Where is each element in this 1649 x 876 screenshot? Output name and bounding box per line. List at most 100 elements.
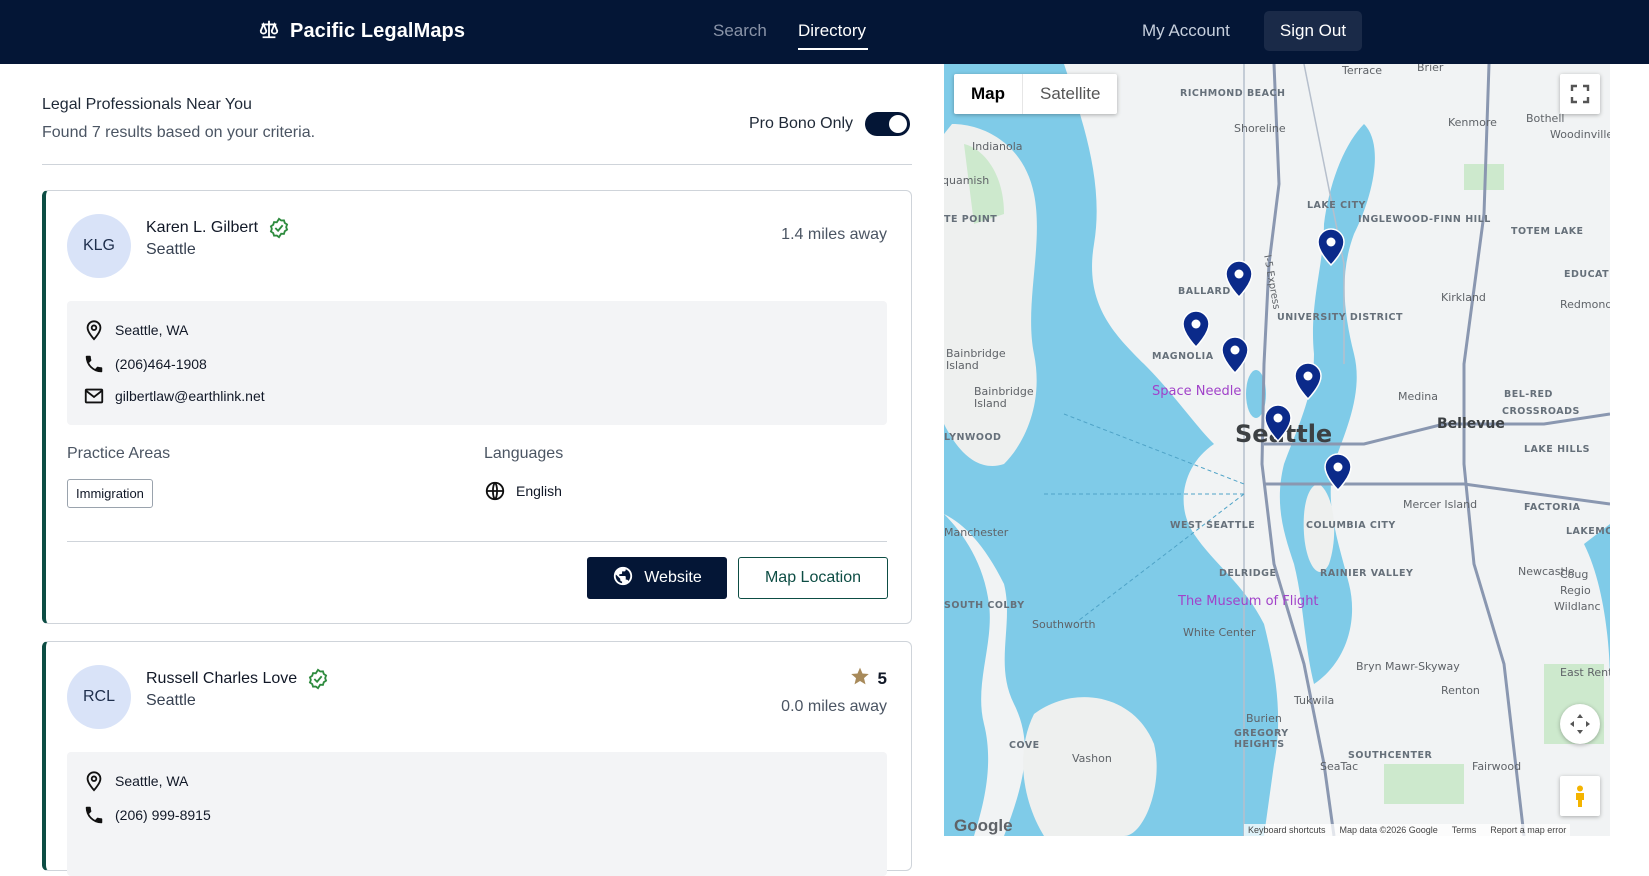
verified-badge-icon xyxy=(307,668,329,690)
pegman-icon xyxy=(1576,785,1584,807)
museum-of-flight-poi[interactable]: The Museum of Flight xyxy=(1178,594,1319,609)
scale-icon xyxy=(258,18,280,45)
camera-control-button[interactable] xyxy=(1560,704,1600,744)
map-label: SeaTac xyxy=(1320,760,1359,773)
map-label: Kirkland xyxy=(1441,291,1486,304)
map-label: Terrace xyxy=(1342,64,1383,77)
map-type-satellite-button[interactable]: Satellite xyxy=(1023,74,1117,114)
terms-link[interactable]: Terms xyxy=(1452,825,1477,835)
map-label: LYNWOOD xyxy=(944,432,1002,443)
lawyer-name: Karen L. Gilbert xyxy=(146,219,259,236)
fullscreen-icon xyxy=(1570,84,1590,104)
map-type-control: Map Satellite xyxy=(954,74,1118,114)
map-label: COLUMBIA CITY xyxy=(1306,520,1396,531)
location-pin-icon xyxy=(83,319,105,341)
map-label: Indianola xyxy=(972,140,1023,153)
map-label: BALLARD xyxy=(1178,286,1231,297)
map-label: East Rento xyxy=(1560,666,1610,679)
map-label: CROSSROADS xyxy=(1502,406,1580,417)
map-label: TE POINT xyxy=(944,214,998,225)
globe-icon xyxy=(484,480,506,502)
map-label: UNIVERSITY DISTRICT xyxy=(1277,312,1403,323)
phone-link[interactable]: (206) 999-8915 xyxy=(115,807,211,823)
address-row: Seattle, WA xyxy=(83,770,188,792)
map-label: Brier xyxy=(1417,64,1444,74)
active-tab-indicator xyxy=(798,48,868,50)
map-label: Fairwood xyxy=(1472,760,1522,773)
map-label: Redmond xyxy=(1560,298,1610,311)
lawyer-city: Seattle xyxy=(146,241,196,258)
map-label: RICHMOND BEACH xyxy=(1180,88,1286,99)
map-attribution: Keyboard shortcuts Map data ©2026 Google… xyxy=(1244,824,1571,836)
map-label: Coug xyxy=(1560,568,1589,581)
map-label: Wildlanc xyxy=(1554,600,1601,613)
map-label: INGLEWOOD-FINN HILL xyxy=(1358,214,1491,225)
map-label: Bellevue xyxy=(1437,416,1505,432)
map-label: White Center xyxy=(1183,626,1256,639)
map-location-button[interactable]: Map Location xyxy=(738,557,888,599)
map-label: GREGORY HEIGHTS xyxy=(1234,728,1289,750)
phone-row: (206)464-1908 xyxy=(83,353,207,375)
map-label: Mercer Island xyxy=(1403,498,1478,511)
contact-box: Seattle, WA (206)464-1908 gilbertlaw@ear… xyxy=(67,301,887,425)
map-panel[interactable]: RICHMOND BEACH Terrace Brier Kenmore Bot… xyxy=(944,64,1610,836)
distance-label: 0.0 miles away xyxy=(781,698,887,715)
phone-icon xyxy=(83,804,105,826)
map-label: SOUTH COLBY xyxy=(944,600,1025,611)
map-label: Kenmore xyxy=(1448,116,1497,129)
keyboard-shortcuts-link[interactable]: Keyboard shortcuts xyxy=(1248,825,1326,835)
address-text: Seattle, WA xyxy=(115,773,189,789)
practice-areas-label: Practice Areas xyxy=(67,445,171,462)
space-needle-poi[interactable]: Space Needle xyxy=(1152,384,1241,399)
map-label: DELRIDGE xyxy=(1219,568,1277,579)
map-label: COVE xyxy=(1009,740,1040,751)
map-label: LAKE CITY xyxy=(1307,200,1366,211)
move-arrows-icon xyxy=(1570,714,1590,734)
address-row: Seattle, WA xyxy=(83,319,188,341)
map-label: Southworth xyxy=(1032,618,1096,631)
sign-out-button[interactable]: Sign Out xyxy=(1264,11,1362,51)
globe-icon xyxy=(612,565,634,592)
location-pin-icon xyxy=(83,770,105,792)
contact-box: Seattle, WA (206) 999-8915 xyxy=(67,752,887,876)
email-link[interactable]: gilbertlaw@earthlink.net xyxy=(115,388,265,404)
website-button-label: Website xyxy=(644,569,702,586)
card-divider xyxy=(67,541,887,542)
map-label: Tukwila xyxy=(1294,694,1335,707)
nav-search-link[interactable]: Search xyxy=(713,21,767,41)
map-label: Burien xyxy=(1246,712,1282,725)
pro-bono-toggle[interactable] xyxy=(865,112,911,136)
email-row: gilbertlaw@earthlink.net xyxy=(83,385,265,407)
attorney-map-marker[interactable] xyxy=(1294,362,1322,400)
attorney-map-marker[interactable] xyxy=(1221,336,1249,374)
distance-label: 1.4 miles away xyxy=(781,226,887,243)
map-data-text: Map data ©2026 Google xyxy=(1339,825,1438,835)
language-item: English xyxy=(484,480,562,502)
map-label: LAKE HILLS xyxy=(1524,444,1590,455)
practice-area-tag: Immigration xyxy=(67,479,153,508)
map-label: quamish xyxy=(944,174,990,187)
pro-bono-filter: Pro Bono Only xyxy=(749,112,911,136)
map-type-map-button[interactable]: Map xyxy=(954,74,1023,114)
website-button[interactable]: Website xyxy=(587,557,727,599)
attorney-map-marker[interactable] xyxy=(1225,260,1253,298)
map-label: Medina xyxy=(1398,390,1439,403)
report-error-link[interactable]: Report a map error xyxy=(1490,825,1566,835)
attorney-map-marker[interactable] xyxy=(1182,310,1210,348)
map-label: BEL-RED xyxy=(1504,389,1553,400)
brand[interactable]: Pacific LegalMaps xyxy=(258,18,465,45)
attorney-map-marker[interactable] xyxy=(1324,453,1352,491)
pro-bono-label: Pro Bono Only xyxy=(749,115,854,132)
attorney-map-marker[interactable] xyxy=(1317,228,1345,266)
nav-my-account-link[interactable]: My Account xyxy=(1142,21,1230,41)
brand-name: Pacific LegalMaps xyxy=(290,20,466,42)
attorney-map-marker[interactable] xyxy=(1264,404,1292,442)
street-view-pegman[interactable] xyxy=(1560,776,1600,816)
map-label: Bryn Mawr-Skyway xyxy=(1356,660,1460,673)
fullscreen-button[interactable] xyxy=(1560,74,1600,114)
phone-link[interactable]: (206)464-1908 xyxy=(115,356,207,372)
nav-directory-link[interactable]: Directory xyxy=(798,21,866,41)
map-label: LAKEMONT xyxy=(1566,526,1610,537)
header-divider xyxy=(42,164,912,165)
lawyer-card: KLG Karen L. Gilbert Seattle 1.4 miles a… xyxy=(42,190,912,624)
